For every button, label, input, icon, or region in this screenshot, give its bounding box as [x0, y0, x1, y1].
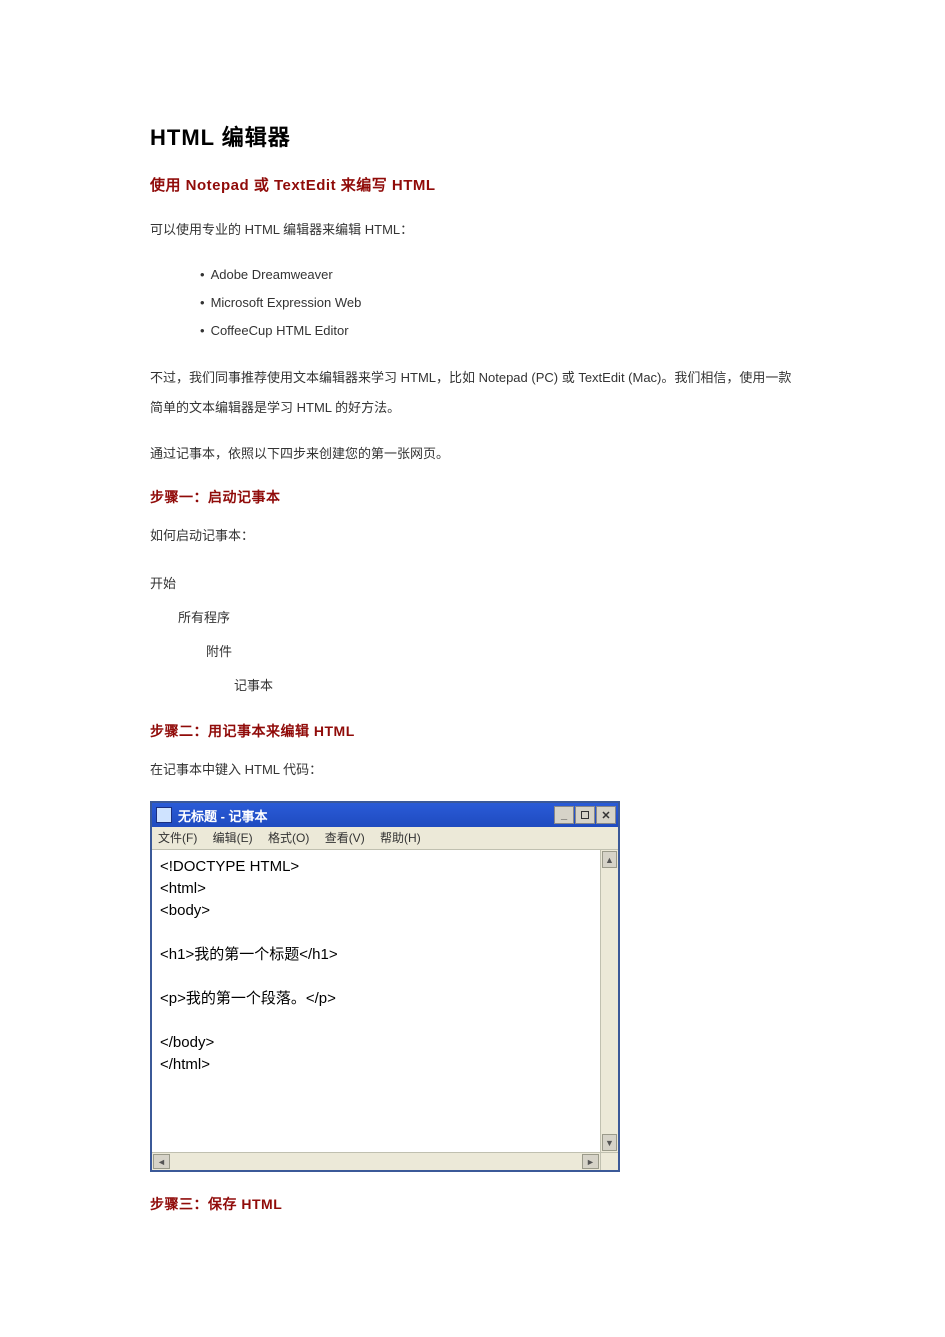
scroll-left-button[interactable]: ◄ [153, 1154, 170, 1169]
scroll-right-button[interactable]: ► [582, 1154, 599, 1169]
scroll-corner [600, 1153, 618, 1170]
minimize-button[interactable]: _ [554, 806, 574, 824]
list-item: Adobe Dreamweaver [200, 261, 795, 289]
close-button[interactable]: ✕ [596, 806, 616, 824]
scroll-up-button[interactable]: ▲ [602, 851, 617, 868]
notepad-window-title: 无标题 - 记事本 [178, 806, 553, 825]
notepad-window: 无标题 - 记事本 _ ✕ 文件(F) 编辑(E) 格式(O) 查看(V) 帮助… [150, 801, 620, 1172]
menu-view[interactable]: 查看(V) [325, 831, 365, 845]
step-heading-2: 步骤二：用记事本来编辑 HTML [150, 721, 795, 741]
body-paragraph: 通过记事本，依照以下四步来创建您的第一张网页。 [150, 439, 795, 469]
scroll-down-button[interactable]: ▼ [602, 1134, 617, 1151]
menu-edit[interactable]: 编辑(E) [213, 831, 253, 845]
notepad-app-icon [156, 807, 172, 823]
notepad-menubar: 文件(F) 编辑(E) 格式(O) 查看(V) 帮助(H) [152, 827, 618, 850]
maximize-button[interactable] [575, 806, 595, 824]
page-title: HTML 编辑器 [150, 120, 795, 152]
menu-path: 开始 所有程序 附件 记事本 [150, 567, 795, 703]
editor-list: Adobe Dreamweaver Microsoft Expression W… [150, 261, 795, 345]
body-paragraph: 不过，我们同事推荐使用文本编辑器来学习 HTML，比如 Notepad (PC)… [150, 363, 795, 423]
notepad-text-area[interactable]: <!DOCTYPE HTML> <html> <body> <h1>我的第一个标… [152, 850, 600, 1152]
document-page: HTML 编辑器 使用 Notepad 或 TextEdit 来编写 HTML … [0, 0, 945, 1288]
menu-file[interactable]: 文件(F) [158, 831, 197, 845]
scroll-track[interactable] [171, 1153, 581, 1170]
section-heading-editors: 使用 Notepad 或 TextEdit 来编写 HTML [150, 174, 795, 195]
step-heading-1: 步骤一：启动记事本 [150, 487, 795, 507]
scroll-track[interactable] [601, 869, 618, 1133]
step-heading-3: 步骤三：保存 HTML [150, 1194, 795, 1214]
path-level-notepad: 记事本 [234, 669, 795, 703]
path-level-programs: 所有程序 [178, 601, 795, 635]
notepad-titlebar[interactable]: 无标题 - 记事本 _ ✕ [152, 803, 618, 827]
menu-format[interactable]: 格式(O) [268, 831, 309, 845]
vertical-scrollbar[interactable]: ▲ ▼ [600, 850, 618, 1152]
path-level-accessories: 附件 [206, 635, 795, 669]
step1-body: 如何启动记事本： [150, 521, 795, 551]
list-item: CoffeeCup HTML Editor [200, 317, 795, 345]
horizontal-scrollbar[interactable]: ◄ ► [152, 1152, 618, 1170]
step2-body: 在记事本中键入 HTML 代码： [150, 755, 795, 785]
intro-paragraph: 可以使用专业的 HTML 编辑器来编辑 HTML： [150, 215, 795, 245]
list-item: Microsoft Expression Web [200, 289, 795, 317]
menu-help[interactable]: 帮助(H) [380, 831, 421, 845]
path-level-start: 开始 [150, 567, 795, 601]
